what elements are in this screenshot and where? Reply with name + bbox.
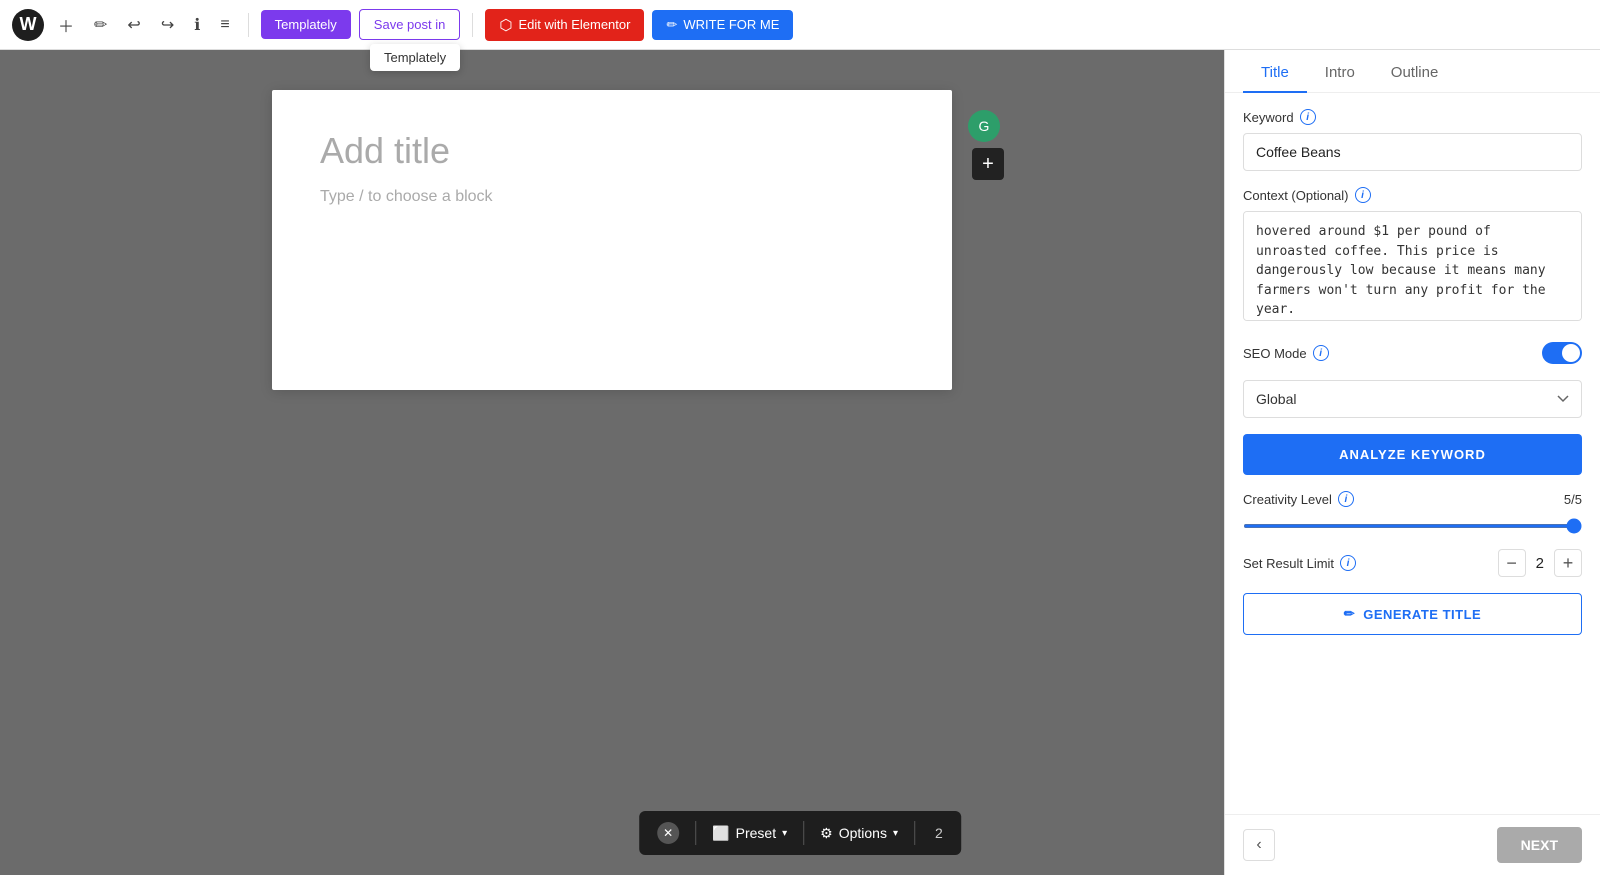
bottom-bar-close-button[interactable]: ✕ — [657, 822, 679, 844]
edit-mode-button[interactable]: ✏ — [88, 11, 113, 39]
save-templately-button[interactable]: Save post in — [359, 9, 461, 40]
seo-mode-row: SEO Mode i — [1243, 342, 1582, 364]
tab-outline[interactable]: Outline — [1373, 54, 1457, 93]
preset-icon: ⬜ — [712, 825, 729, 842]
editor-title-placeholder[interactable]: Add title — [320, 130, 904, 172]
save-post-dropdown: Templately — [370, 44, 460, 71]
result-limit-decrease-button[interactable]: − — [1498, 549, 1526, 577]
context-textarea[interactable]: hovered around $1 per pound of unroasted… — [1243, 211, 1582, 321]
info-button[interactable]: ℹ — [188, 11, 206, 39]
keyword-input[interactable] — [1243, 133, 1582, 171]
dropdown-field-group: Global Local None — [1243, 380, 1582, 418]
right-panel: genie ✕ Title Intro Outline Keyword i Co… — [1224, 0, 1600, 875]
creativity-row: Creativity Level i 5/5 — [1243, 491, 1582, 507]
bottom-bar-count: 2 — [935, 825, 943, 841]
editor-content: Add title Type / to choose a block G + — [272, 90, 952, 390]
seo-mode-dropdown[interactable]: Global Local None — [1243, 380, 1582, 418]
options-button[interactable]: ⚙ Options ▾ — [820, 825, 898, 842]
divider — [248, 13, 249, 37]
add-block-editor-button[interactable]: + — [972, 148, 1004, 180]
creativity-label: Creativity Level i — [1243, 491, 1354, 507]
bottom-divider3 — [914, 821, 915, 845]
creativity-field-group: Creativity Level i 5/5 — [1243, 491, 1582, 533]
bottom-divider1 — [695, 821, 696, 845]
options-label: Options — [839, 825, 887, 841]
generate-title-pencil-icon: ✏ — [1344, 606, 1355, 622]
creativity-slider-container — [1243, 515, 1582, 533]
creativity-slider[interactable] — [1243, 524, 1582, 528]
result-limit-row: Set Result Limit i − 2 + — [1243, 549, 1582, 577]
options-chevron-icon: ▾ — [893, 828, 898, 839]
keyword-label: Keyword i — [1243, 109, 1582, 125]
seo-mode-label: SEO Mode i — [1243, 345, 1329, 361]
genie-editor-icon[interactable]: G — [968, 110, 1000, 142]
tab-intro[interactable]: Intro — [1307, 54, 1373, 93]
creativity-value: 5/5 — [1564, 492, 1582, 507]
divider2 — [472, 13, 473, 37]
elementor-button[interactable]: ⬡ Edit with Elementor — [485, 9, 644, 41]
result-limit-label: Set Result Limit i — [1243, 555, 1356, 571]
templately-button[interactable]: Templately — [261, 10, 351, 39]
preset-button[interactable]: ⬜ Preset ▾ — [712, 825, 787, 842]
creativity-info-icon[interactable]: i — [1338, 491, 1354, 507]
result-limit-info-icon[interactable]: i — [1340, 555, 1356, 571]
toolbar: W ＋ ✏ ↩ ↪ ℹ ≡ Templately Save post in ⬡ … — [0, 0, 1600, 50]
list-view-button[interactable]: ≡ — [214, 12, 235, 38]
seo-mode-field-group: SEO Mode i — [1243, 342, 1582, 364]
add-block-toolbar-button[interactable]: ＋ — [52, 9, 80, 41]
preset-label: Preset — [736, 825, 776, 841]
result-limit-controls: − 2 + — [1498, 549, 1582, 577]
bottom-bar: ✕ ⬜ Preset ▾ ⚙ Options ▾ 2 — [639, 811, 961, 855]
result-limit-field-group: Set Result Limit i − 2 + — [1243, 549, 1582, 577]
keyword-info-icon[interactable]: i — [1300, 109, 1316, 125]
back-chevron-icon: ‹ — [1256, 836, 1261, 854]
preset-chevron-icon: ▾ — [782, 828, 787, 839]
options-gear-icon: ⚙ — [820, 825, 833, 842]
context-info-icon[interactable]: i — [1355, 187, 1371, 203]
context-field-group: Context (Optional) i hovered around $1 p… — [1243, 187, 1582, 326]
seo-mode-toggle[interactable] — [1542, 342, 1582, 364]
result-limit-increase-button[interactable]: + — [1554, 549, 1582, 577]
analyze-keyword-button[interactable]: ANALYZE KEYWORD — [1243, 434, 1582, 475]
panel-body: Keyword i Context (Optional) i hovered a… — [1225, 93, 1600, 814]
editor-area: Add title Type / to choose a block G + — [0, 50, 1224, 875]
context-label: Context (Optional) i — [1243, 187, 1582, 203]
undo-button[interactable]: ↩ — [121, 11, 146, 39]
write-for-me-button[interactable]: ✏ WRITE FOR ME — [652, 10, 793, 40]
generate-title-label: GENERATE TITLE — [1363, 607, 1481, 622]
tab-title[interactable]: Title — [1243, 54, 1307, 93]
keyword-field-group: Keyword i — [1243, 109, 1582, 171]
bottom-divider2 — [803, 821, 804, 845]
wp-icon: W — [12, 9, 44, 41]
result-limit-value: 2 — [1536, 555, 1544, 572]
panel-footer: ‹ NEXT — [1225, 814, 1600, 875]
panel-tabs: Title Intro Outline — [1225, 54, 1600, 93]
editor-body-placeholder[interactable]: Type / to choose a block — [320, 188, 904, 206]
redo-button[interactable]: ↪ — [155, 11, 180, 39]
generate-title-button[interactable]: ✏ GENERATE TITLE — [1243, 593, 1582, 635]
back-button[interactable]: ‹ — [1243, 829, 1275, 861]
next-button[interactable]: NEXT — [1497, 827, 1582, 863]
seo-mode-info-icon[interactable]: i — [1313, 345, 1329, 361]
